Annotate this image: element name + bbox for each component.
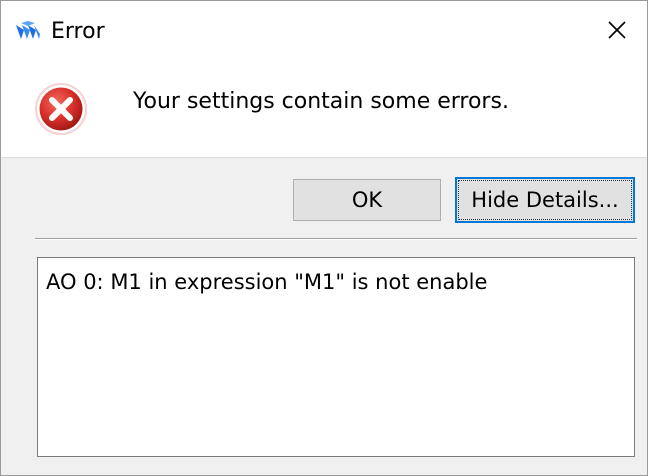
error-message: Your settings contain some errors. — [133, 89, 509, 114]
error-icon — [33, 81, 89, 137]
close-icon — [607, 20, 627, 44]
details-separator — [35, 238, 637, 240]
window-title: Error — [51, 19, 105, 44]
close-button[interactable] — [587, 1, 647, 63]
ok-button[interactable]: OK — [293, 179, 441, 221]
hide-details-button[interactable]: Hide Details... — [455, 177, 635, 223]
details-text: AO 0: M1 in expression "M1" is not enabl… — [46, 270, 488, 294]
title-bar: Error — [1, 1, 647, 63]
details-text-area[interactable]: AO 0: M1 in expression "M1" is not enabl… — [37, 257, 635, 457]
message-area: Your settings contain some errors. — [1, 63, 647, 158]
hide-details-label: Hide Details... — [458, 180, 632, 220]
app-logo-icon — [15, 19, 41, 45]
error-dialog: Error Your settings contain some errors.… — [0, 0, 648, 476]
